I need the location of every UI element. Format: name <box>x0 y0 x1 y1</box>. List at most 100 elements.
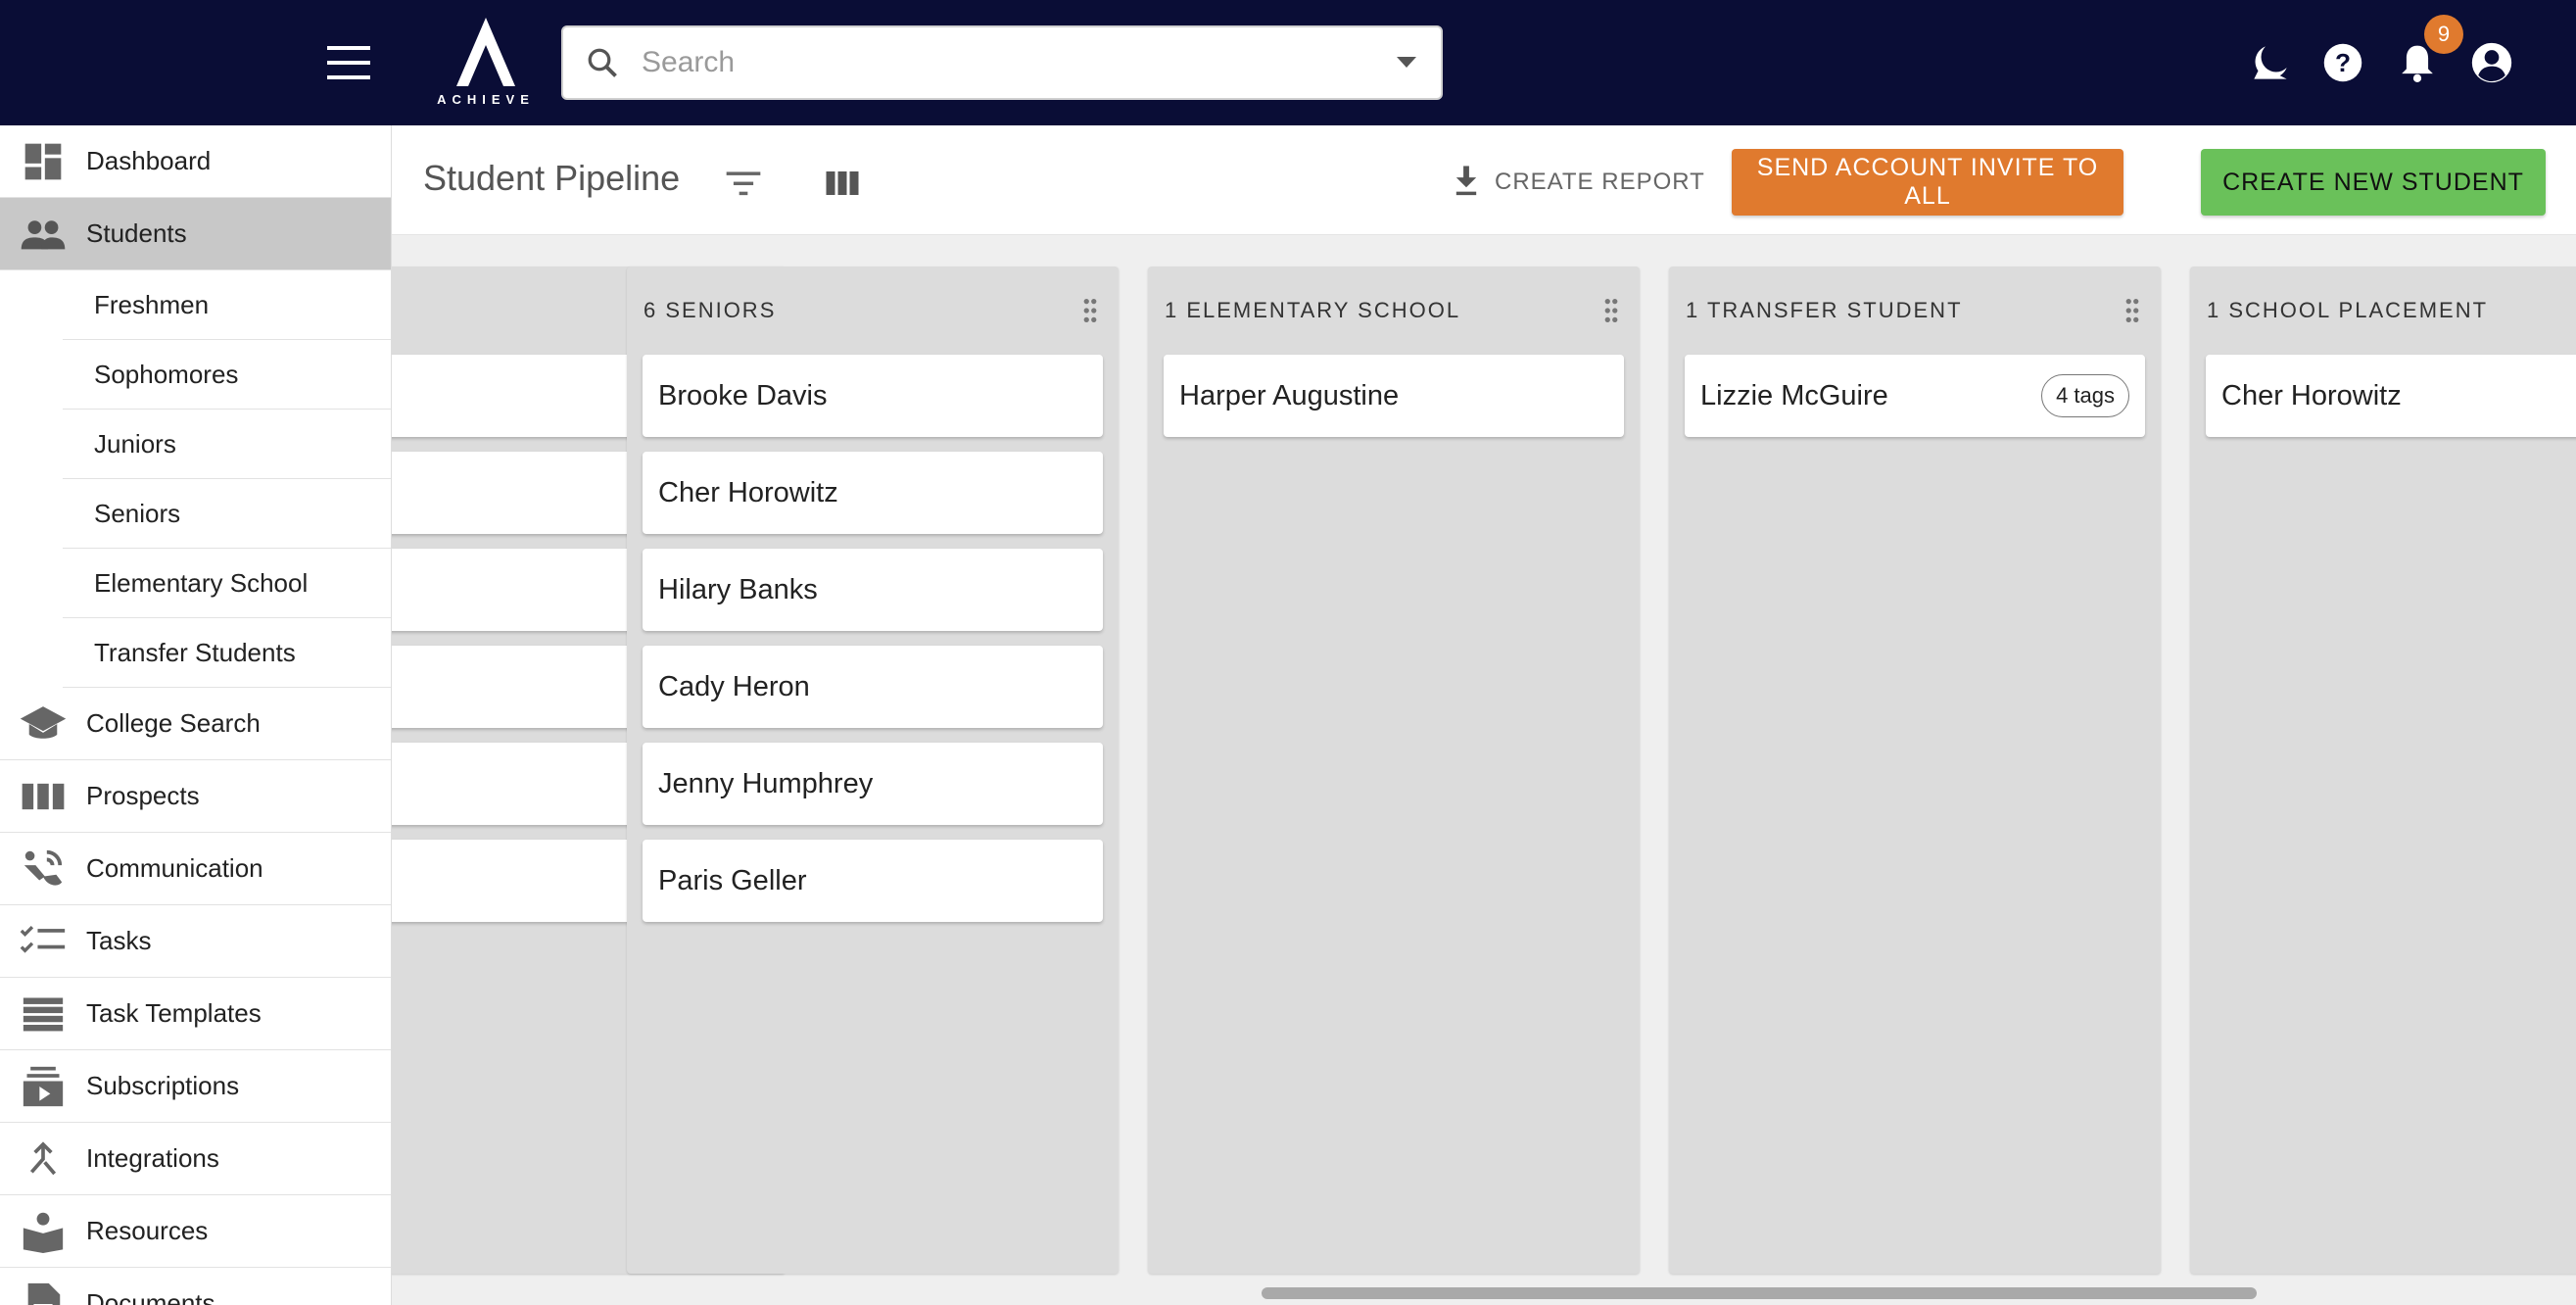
pipeline-column-elementary-school: 1 ELEMENTARY SCHOOL Harper Augustine <box>1148 266 1640 1274</box>
people-icon <box>0 215 86 254</box>
sidebar-subitem-label: Freshmen <box>94 289 210 319</box>
sidebar-item-label: Subscriptions <box>86 1071 240 1100</box>
student-name: Cady Heron <box>658 670 810 702</box>
search-icon <box>563 45 642 80</box>
svg-text:?: ? <box>2335 48 2351 77</box>
logo-text: ACHIEVE <box>437 92 535 107</box>
sidebar-nav: Dashboard Students Freshmen Sophomores J… <box>0 125 392 1305</box>
student-name: Jenny Humphrey <box>658 767 874 799</box>
drag-handle-icon[interactable] <box>2120 296 2145 325</box>
sidebar-item-label: Students <box>86 218 187 248</box>
school-icon <box>0 704 86 744</box>
student-name: Cher Horowitz <box>658 476 838 508</box>
sidebar-subitem-elementary-school[interactable]: Elementary School <box>63 549 391 618</box>
create-report-button[interactable]: CREATE REPORT <box>1452 155 1705 210</box>
student-card[interactable]: Cher Horowitz <box>2206 355 2576 437</box>
sidebar-item-label: Dashboard <box>86 146 212 175</box>
page-header: Student Pipeline CREATE REPORT SEND ACCO… <box>392 125 2576 235</box>
filter-icon[interactable] <box>715 159 772 208</box>
student-name: Harper Augustine <box>1179 379 1400 411</box>
sidebar-subitem-label: Transfer Students <box>94 637 296 667</box>
sidebar-subitem-transfer-students[interactable]: Transfer Students <box>63 618 391 688</box>
sidebar-subitem-label: Elementary School <box>94 567 309 598</box>
student-card[interactable]: Harper Augustine <box>1164 355 1624 437</box>
column-title: 1 TRANSFER STUDENT <box>1686 298 1963 322</box>
pipeline-board: 6 SENIORS Brooke Davis Cher Horowitz Hil… <box>392 235 2576 1305</box>
sidebar-item-resources[interactable]: Resources <box>0 1195 391 1268</box>
column-title: 1 ELEMENTARY SCHOOL <box>1165 298 1461 322</box>
sidebar-subitem-seniors[interactable]: Seniors <box>63 479 391 549</box>
sidebar-item-college-search[interactable]: College Search <box>0 688 391 760</box>
sidebar-item-label: Prospects <box>86 781 200 810</box>
sidebar-item-communication[interactable]: Communication <box>0 833 391 905</box>
top-app-bar: ACHIEVE ? 9 <box>0 0 2576 125</box>
dashboard-icon <box>0 140 86 183</box>
merge-icon <box>0 1138 86 1180</box>
student-name: Hilary Banks <box>658 573 818 605</box>
create-new-student-button[interactable]: CREATE NEW STUDENT <box>2201 149 2546 216</box>
student-card[interactable]: Brooke Davis <box>643 355 1103 437</box>
sidebar-subitem-juniors[interactable]: Juniors <box>63 410 391 479</box>
student-card[interactable]: Cady Heron <box>643 646 1103 728</box>
sidebar-item-label: Resources <box>86 1216 209 1245</box>
sidebar-item-subscriptions[interactable]: Subscriptions <box>0 1050 391 1123</box>
document-icon <box>0 1281 86 1305</box>
list-icon <box>0 995 86 1033</box>
sidebar-item-label: Communication <box>86 853 263 883</box>
sidebar-subitem-freshmen[interactable]: Freshmen <box>63 270 391 340</box>
sidebar-subitem-label: Sophomores <box>94 359 239 389</box>
board-view-columns-icon[interactable] <box>813 159 872 208</box>
sidebar-subitem-label: Juniors <box>94 428 176 459</box>
sidebar-item-prospects[interactable]: Prospects <box>0 760 391 833</box>
tags-chip[interactable]: 4 tags <box>2041 374 2129 417</box>
drag-handle-icon[interactable] <box>1598 296 1624 325</box>
sidebar-item-label: Documents <box>86 1288 215 1305</box>
send-account-invite-button[interactable]: SEND ACCOUNT INVITE TO ALL <box>1732 149 2123 216</box>
subscriptions-icon <box>0 1065 86 1108</box>
student-card[interactable]: Cher Horowitz <box>643 452 1103 534</box>
page-title: Student Pipeline <box>423 158 681 198</box>
sidebar-item-label: College Search <box>86 708 261 738</box>
student-name: Brooke Davis <box>658 379 828 411</box>
logo-a-icon <box>456 18 515 86</box>
pipeline-column-transfer-student: 1 TRANSFER STUDENT Lizzie McGuire 4 tags <box>1669 266 2161 1274</box>
student-card[interactable]: Paris Geller <box>643 840 1103 922</box>
sidebar-item-documents[interactable]: Documents <box>0 1268 391 1305</box>
drag-handle-icon[interactable] <box>1077 296 1103 325</box>
download-icon <box>1452 165 1481 201</box>
sidebar-item-integrations[interactable]: Integrations <box>0 1123 391 1195</box>
dark-mode-icon[interactable] <box>2243 35 2298 90</box>
search-bar[interactable] <box>561 25 1443 100</box>
sidebar-item-label: Tasks <box>86 926 152 955</box>
sidebar-item-tasks[interactable]: Tasks <box>0 905 391 978</box>
achieve-logo[interactable]: ACHIEVE <box>437 16 535 110</box>
sidebar-item-task-templates[interactable]: Task Templates <box>0 978 391 1050</box>
student-card[interactable]: Jenny Humphrey <box>643 743 1103 825</box>
chevron-down-icon[interactable] <box>1372 57 1441 69</box>
column-title: 1 SCHOOL PLACEMENT <box>2207 298 2489 322</box>
pipeline-column-school-placement: 1 SCHOOL PLACEMENT Cher Horowitz <box>2190 266 2576 1274</box>
checklist-icon <box>0 923 86 960</box>
sidebar-item-label: Task Templates <box>86 998 262 1028</box>
help-icon[interactable]: ? <box>2315 35 2370 90</box>
student-card[interactable]: Hilary Banks <box>643 549 1103 631</box>
column-title: 6 SENIORS <box>644 298 777 322</box>
notification-count-badge: 9 <box>2424 15 2463 54</box>
sidebar-item-students[interactable]: Students <box>0 198 391 270</box>
create-report-label: CREATE REPORT <box>1495 169 1705 195</box>
communication-icon <box>0 846 86 892</box>
pipeline-column-seniors: 6 SENIORS Brooke Davis Cher Horowitz Hil… <box>627 266 1119 1274</box>
sidebar-item-label: Integrations <box>86 1143 219 1173</box>
reader-icon <box>0 1210 86 1253</box>
student-name: Lizzie McGuire <box>1700 379 1888 411</box>
student-name: Paris Geller <box>658 864 807 896</box>
account-circle-icon[interactable] <box>2464 35 2519 90</box>
student-name: Cher Horowitz <box>2221 379 2402 411</box>
student-card[interactable]: Lizzie McGuire 4 tags <box>1685 355 2145 437</box>
sidebar-subitem-sophomores[interactable]: Sophomores <box>63 340 391 410</box>
horizontal-scrollbar[interactable] <box>1262 1287 2257 1299</box>
hamburger-menu-icon[interactable] <box>313 35 384 90</box>
columns-icon <box>0 781 86 812</box>
sidebar-item-dashboard[interactable]: Dashboard <box>0 125 391 198</box>
search-input[interactable] <box>642 33 1372 92</box>
